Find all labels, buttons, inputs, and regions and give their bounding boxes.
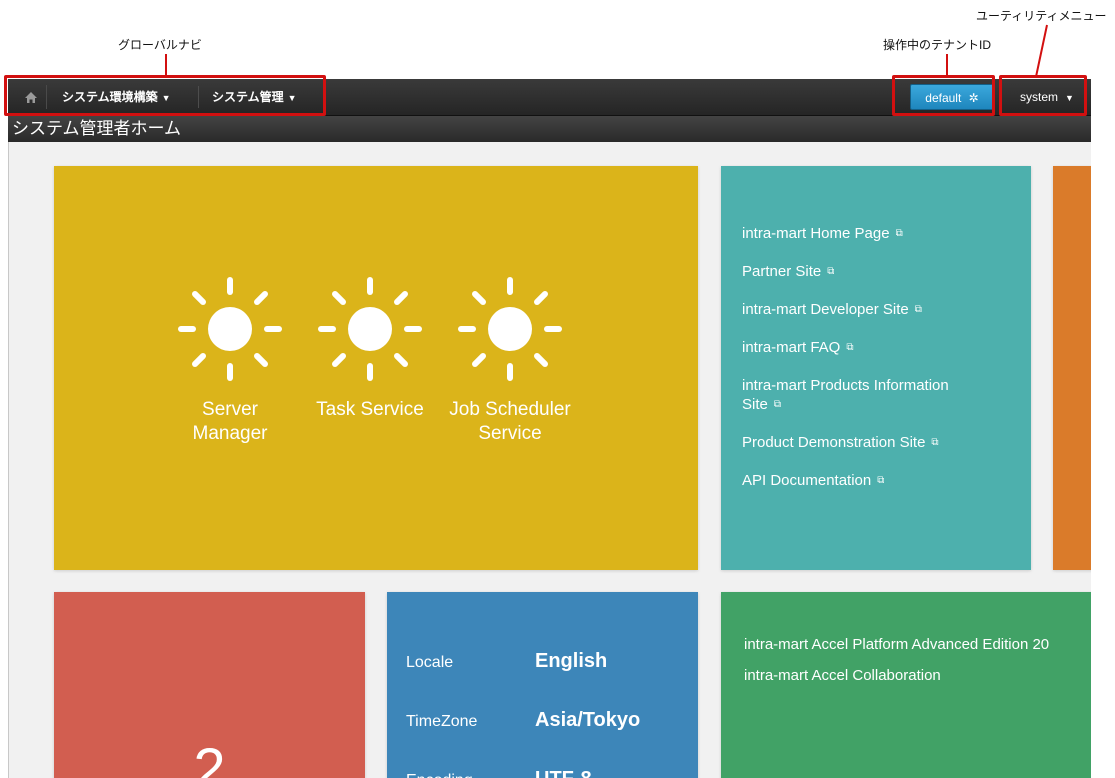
links-list: intra-mart Home Page ⧉ Partner Site ⧉ intr… [742, 224, 1022, 509]
red-tile[interactable]: 2 [54, 592, 365, 778]
job-scheduler-service[interactable]: Job Scheduler Service [448, 274, 572, 446]
services-tile: Server Manager Task Service Job Schedule… [54, 166, 698, 570]
home-content: Server Manager Task Service Job Schedule… [8, 142, 1091, 778]
locale-tile: Locale English TimeZone Asia/Tokyo Encod… [387, 592, 698, 778]
external-link-icon: ⧉ [914, 304, 922, 315]
service-label: Server Manager [192, 399, 268, 444]
external-link-icon: ⧉ [931, 437, 939, 448]
link-item[interactable]: intra-mart Home Page ⧉ [742, 224, 1022, 243]
links-tile: intra-mart Home Page ⧉ Partner Site ⧉ intr… [721, 166, 1031, 570]
external-link-icon: ⧉ [827, 266, 835, 277]
callout-tenant-id-pointer [946, 54, 948, 76]
link-item[interactable]: Product Demonstration Site ⧉ [742, 433, 1022, 452]
timezone-value: Asia/Tokyo [535, 709, 641, 731]
callout-global-nav: グローバルナビ [118, 38, 202, 52]
link-item[interactable]: API Documentation ⧉ [742, 471, 1022, 490]
timezone-key: TimeZone [406, 713, 478, 730]
callout-global-nav-pointer [165, 54, 167, 76]
link-item[interactable]: intra-mart FAQ ⧉ [742, 338, 1022, 357]
external-link-icon: ⧉ [773, 399, 781, 410]
products-list: intra-mart Accel Platform Advanced Editi… [744, 635, 1049, 697]
service-label: Task Service [316, 399, 424, 420]
link-item[interactable]: intra-mart Products Information Site ⧉ [742, 376, 1022, 414]
product-item: intra-mart Accel Collaboration [744, 667, 941, 684]
encoding-value: UTF-8 [535, 768, 592, 778]
orange-tile[interactable] [1053, 166, 1091, 570]
link-item[interactable]: Partner Site ⧉ [742, 262, 1022, 281]
server-manager-service[interactable]: Server Manager [168, 274, 292, 446]
external-link-icon: ⧉ [877, 475, 885, 486]
sun-icon [458, 277, 562, 381]
callout-utility-menu-pointer [1035, 24, 1048, 77]
service-label: Job Scheduler Service [449, 399, 571, 444]
sun-icon [178, 277, 282, 381]
highlight-global-nav [4, 75, 326, 116]
task-service[interactable]: Task Service [308, 274, 432, 422]
product-item: intra-mart Accel Platform Advanced Editi… [744, 636, 1050, 653]
highlight-utility-menu [999, 75, 1087, 116]
sun-icon [318, 277, 422, 381]
locale-key: Locale [406, 654, 454, 671]
highlight-tenant-id [892, 75, 995, 116]
red-tile-value: 2 [193, 737, 226, 778]
page-title: システム管理者ホーム [8, 116, 1091, 142]
link-item[interactable]: intra-mart Developer Site ⧉ [742, 300, 1022, 319]
callout-utility-menu: ユーティリティメニュー [976, 9, 1107, 23]
callout-tenant-id: 操作中のテナントID [883, 38, 992, 52]
external-link-icon: ⧉ [846, 342, 854, 353]
encoding-key: Encoding [406, 772, 473, 778]
locale-value: English [535, 650, 608, 672]
products-tile: intra-mart Accel Platform Advanced Editi… [721, 592, 1091, 778]
external-link-icon: ⧉ [895, 228, 903, 239]
